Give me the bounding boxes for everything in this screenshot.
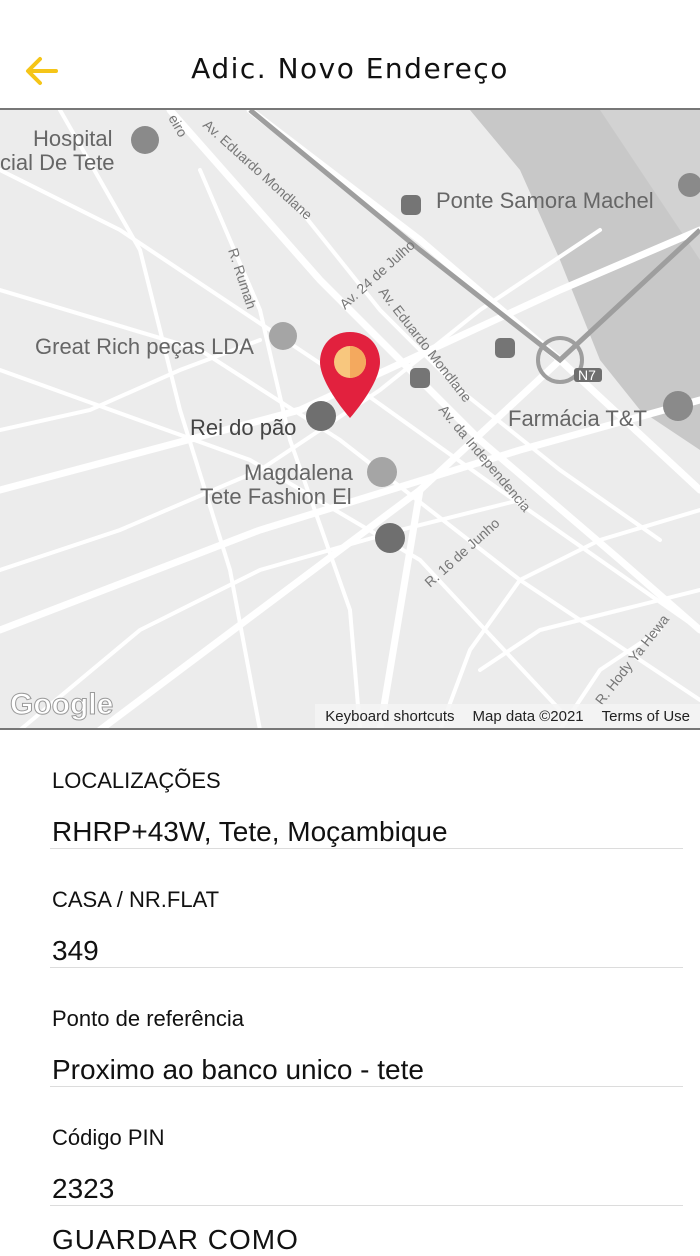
map-view[interactable]: Hospital cial De Tete Ponte Samora Mache…	[0, 108, 700, 730]
header: Adic. Novo Endereço	[0, 0, 700, 108]
google-logo: Google	[9, 688, 114, 722]
shopping-icon	[269, 322, 297, 350]
map-label-magdalena2: Tete Fashion El	[200, 484, 352, 509]
house-label: CASA / NR.FLAT	[52, 887, 220, 912]
location-label: LOCALIZAÇÕES	[52, 768, 221, 793]
bus-stop-icon	[495, 338, 515, 358]
address-form: LOCALIZAÇÕES RHRP+43W, Tete, Moçambique …	[50, 730, 683, 1206]
restaurant-icon	[375, 523, 405, 553]
map-attribution: Keyboard shortcuts Map data ©2021 Terms …	[315, 704, 700, 728]
house-input[interactable]: 349	[52, 935, 99, 967]
map-label-hospital: Hospital	[33, 126, 112, 151]
pharmacy-icon	[663, 391, 693, 421]
location-value[interactable]: RHRP+43W, Tete, Moçambique	[52, 816, 448, 848]
reference-label: Ponto de referência	[52, 1006, 245, 1031]
pin-input[interactable]: 2323	[52, 1173, 114, 1205]
reference-input[interactable]: Proximo ao banco unico - tete	[52, 1054, 424, 1086]
map-label-street: eiro	[165, 112, 191, 140]
map-label-street: R. Hody Ya Hewa	[592, 611, 672, 708]
house-field[interactable]: CASA / NR.FLAT 349	[50, 849, 683, 968]
page-title: Adic. Novo Endereço	[191, 52, 509, 85]
pin-label: Código PIN	[52, 1125, 165, 1150]
map-label-hospital2: cial De Tete	[0, 150, 115, 175]
hospital-icon	[131, 126, 159, 154]
map-data-text: Map data ©2021	[472, 707, 584, 725]
map-label-rei: Rei do pão	[190, 415, 296, 440]
restaurant-icon	[306, 401, 336, 431]
map-label-great-rich: Great Rich peças LDA	[35, 334, 254, 359]
reference-field[interactable]: Ponto de referência Proximo ao banco uni…	[50, 968, 683, 1087]
bus-stop-icon	[410, 368, 430, 388]
map-label-street: R. 16 de Junho	[421, 515, 502, 591]
save-as-label: GUARDAR COMO	[52, 1224, 299, 1255]
keyboard-shortcuts-link[interactable]: Keyboard shortcuts	[325, 708, 454, 725]
map-label-ponte: Ponte Samora Machel	[436, 188, 654, 213]
location-field[interactable]: LOCALIZAÇÕES RHRP+43W, Tete, Moçambique	[50, 730, 683, 849]
map-label-farmacia: Farmácia T&T	[508, 406, 647, 431]
map-label-route: N7	[578, 367, 596, 383]
pin-field[interactable]: Código PIN 2323	[50, 1087, 683, 1206]
map-canvas[interactable]: Hospital cial De Tete Ponte Samora Mache…	[0, 110, 700, 730]
terms-of-use-link[interactable]: Terms of Use	[602, 708, 690, 725]
map-label-magdalena1: Magdalena	[244, 460, 354, 485]
map-label-street: Av. 24 de Julho	[336, 236, 418, 312]
map-label-street: R. Rumah	[225, 246, 260, 311]
bus-stop-icon	[401, 195, 421, 215]
shopping-icon	[367, 457, 397, 487]
